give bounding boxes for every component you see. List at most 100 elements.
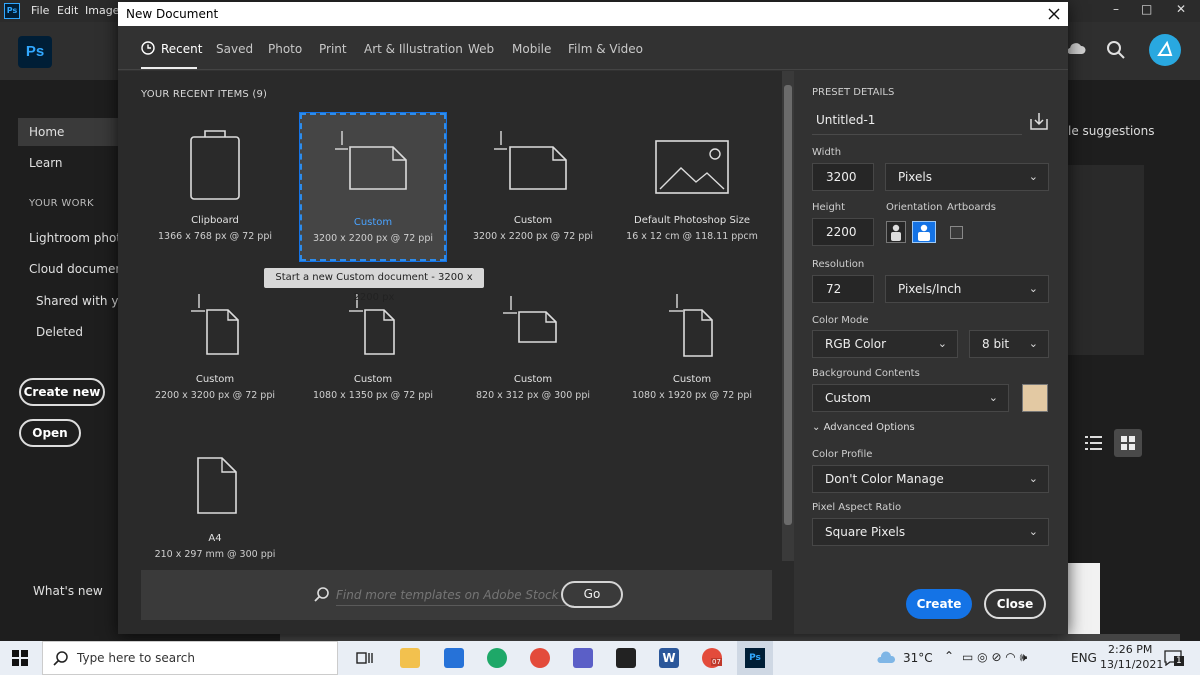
- minimize-button[interactable]: –: [1113, 2, 1119, 16]
- height-input[interactable]: 2200: [812, 218, 874, 246]
- color-profile-value: Don't Color Manage: [825, 472, 944, 486]
- recent-item-custom-selected[interactable]: Custom 3200 x 2200 px @ 72 ppi: [299, 112, 447, 262]
- file-explorer-icon[interactable]: [400, 648, 420, 668]
- background-color-swatch[interactable]: [1022, 384, 1048, 412]
- item-dimensions: 1080 x 1350 px @ 72 ppi: [312, 390, 434, 401]
- close-button[interactable]: Close: [984, 589, 1046, 619]
- color-profile-label: Color Profile: [812, 449, 873, 460]
- bit-depth-select[interactable]: 8 bit ⌄: [969, 330, 1049, 358]
- scrollbar-thumb[interactable]: [784, 85, 792, 525]
- chevron-up-icon[interactable]: ⌃: [944, 649, 954, 663]
- background-thumbnail-strip: [280, 634, 1180, 641]
- search-icon[interactable]: [1106, 40, 1126, 60]
- taskbar-search-box[interactable]: Type here to search: [42, 641, 338, 675]
- document-name-field[interactable]: Untitled-1: [812, 107, 1022, 135]
- menu-file[interactable]: File: [31, 4, 49, 17]
- sidebar-section-your-work: YOUR WORK: [29, 198, 94, 209]
- background-panel: [1068, 165, 1144, 355]
- temperature-text: 31°C: [903, 651, 933, 665]
- tab-film-video[interactable]: Film & Video: [568, 42, 643, 56]
- recent-item-a4[interactable]: A4 210 x 297 mm @ 300 ppi: [142, 431, 288, 579]
- language-indicator[interactable]: ENG: [1071, 651, 1097, 665]
- system-tray-icons[interactable]: ▭ ◎ ⊘ ◠ 🕪: [962, 650, 1027, 665]
- photoshop-taskbar-active[interactable]: Ps: [737, 641, 773, 675]
- width-unit-value: Pixels: [898, 170, 933, 184]
- notification-count: 1: [1174, 656, 1184, 666]
- pixel-aspect-select[interactable]: Square Pixels ⌄: [812, 518, 1049, 546]
- advanced-options-toggle[interactable]: ⌄ Advanced Options: [812, 422, 915, 433]
- recent-item-clipboard[interactable]: Clipboard 1366 x 768 px @ 72 ppi: [142, 113, 288, 261]
- tab-photo[interactable]: Photo: [268, 42, 302, 56]
- chevron-down-icon: ⌄: [1028, 525, 1038, 538]
- sidebar-item-whats-new[interactable]: What's new: [33, 584, 103, 598]
- orientation-label: Orientation: [886, 202, 943, 213]
- resolution-unit-select[interactable]: Pixels/Inch ⌄: [885, 275, 1049, 303]
- item-dimensions: 210 x 297 mm @ 300 ppi: [154, 549, 276, 560]
- menu-image[interactable]: Image: [85, 4, 119, 17]
- chevron-down-icon: ⌄: [812, 422, 821, 433]
- item-name: Custom: [353, 217, 393, 228]
- item-dimensions: 1366 x 768 px @ 72 ppi: [158, 231, 272, 242]
- document-portrait-icon: [669, 294, 713, 357]
- store-icon[interactable]: [444, 648, 464, 668]
- resolution-input[interactable]: 72: [812, 275, 874, 303]
- item-dimensions: 1080 x 1920 px @ 72 ppi: [631, 390, 753, 401]
- sidebar-item-learn[interactable]: Learn: [29, 156, 63, 170]
- color-mode-select[interactable]: RGB Color ⌄: [812, 330, 958, 358]
- tab-art-illustration[interactable]: Art & Illustration: [364, 42, 463, 56]
- tab-web[interactable]: Web: [468, 42, 494, 56]
- create-button[interactable]: Create: [906, 589, 972, 619]
- close-window-button[interactable]: ✕: [1176, 2, 1186, 16]
- chevron-down-icon: ⌄: [937, 337, 947, 350]
- chevron-down-icon: ⌄: [1028, 282, 1038, 295]
- recent-items-heading: YOUR RECENT ITEMS (9): [141, 89, 267, 100]
- save-preset-icon[interactable]: [1029, 111, 1049, 131]
- clock-date[interactable]: 13/11/2021: [1100, 658, 1163, 671]
- chrome-icon[interactable]: [530, 648, 550, 668]
- list-view-icon[interactable]: [1085, 434, 1103, 452]
- tab-print[interactable]: Print: [319, 42, 347, 56]
- sidebar-item-home[interactable]: Home: [29, 125, 64, 139]
- wondershare-icon[interactable]: [616, 648, 636, 668]
- document-landscape-icon: [335, 131, 407, 190]
- cloud-icon[interactable]: [1066, 40, 1086, 56]
- photoshop-logo[interactable]: Ps: [18, 36, 52, 68]
- create-new-button[interactable]: Create new: [19, 378, 105, 406]
- recent-item-custom[interactable]: Custom 3200 x 2200 px @ 72 ppi: [460, 113, 606, 261]
- color-profile-select[interactable]: Don't Color Manage ⌄: [812, 465, 1049, 493]
- recent-items-area: YOUR RECENT ITEMS (9) Clipboard 1366 x 7…: [118, 71, 794, 634]
- artboards-checkbox[interactable]: [950, 226, 963, 239]
- teams-icon[interactable]: [573, 648, 593, 668]
- sidebar-item-deleted[interactable]: Deleted: [36, 325, 83, 339]
- tab-saved[interactable]: Saved: [216, 42, 253, 56]
- menu-edit[interactable]: Edit: [57, 4, 78, 17]
- background-suggestions-text: le suggestions: [1068, 124, 1155, 138]
- clock-time[interactable]: 2:26 PM: [1108, 643, 1152, 656]
- windows-start-icon[interactable]: [12, 650, 28, 666]
- dialog-close-icon[interactable]: [1048, 8, 1060, 20]
- width-unit-select[interactable]: Pixels ⌄: [885, 163, 1049, 191]
- landscape-orientation-button[interactable]: [912, 221, 936, 243]
- recent-item-default-size[interactable]: Default Photoshop Size 16 x 12 cm @ 118.…: [619, 113, 765, 261]
- document-landscape-icon: [494, 131, 567, 190]
- width-input[interactable]: 3200: [812, 163, 874, 191]
- recent-item-custom[interactable]: Custom 820 x 312 px @ 300 ppi: [460, 272, 606, 420]
- background-contents-select[interactable]: Custom ⌄: [812, 384, 1009, 412]
- avatar[interactable]: [1149, 34, 1181, 66]
- recent-item-custom[interactable]: Custom 1080 x 1920 px @ 72 ppi: [619, 272, 765, 420]
- tab-mobile[interactable]: Mobile: [512, 42, 551, 56]
- portrait-person-icon: [891, 224, 901, 241]
- tab-recent[interactable]: Recent: [161, 42, 202, 56]
- edge-icon[interactable]: [487, 648, 507, 668]
- go-button[interactable]: Go: [561, 581, 623, 608]
- stock-search-input[interactable]: [336, 584, 574, 606]
- weather-icon[interactable]: [876, 651, 896, 665]
- open-button[interactable]: Open: [19, 419, 81, 447]
- recent-item-custom[interactable]: Custom 2200 x 3200 px @ 72 ppi: [142, 272, 288, 420]
- grid-view-button[interactable]: [1114, 429, 1142, 457]
- messaging-app-icon[interactable]: 07: [702, 648, 722, 668]
- word-icon[interactable]: W: [659, 648, 679, 668]
- portrait-orientation-button[interactable]: [886, 221, 906, 243]
- task-view-icon[interactable]: [356, 650, 374, 666]
- maximize-button[interactable]: □: [1141, 2, 1152, 16]
